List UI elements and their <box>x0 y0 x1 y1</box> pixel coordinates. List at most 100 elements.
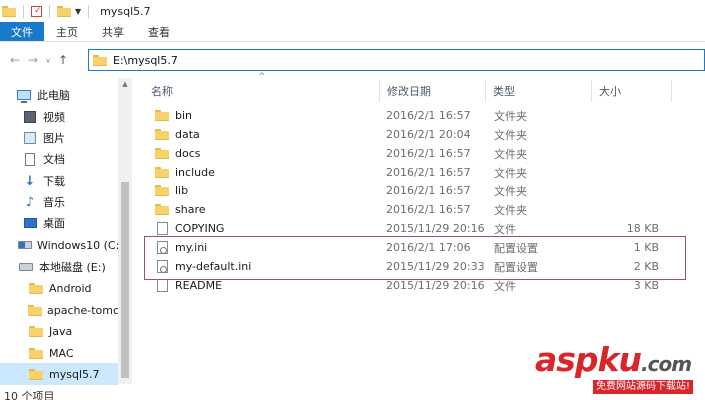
folder-icon <box>155 167 169 178</box>
folder-icon <box>28 282 44 294</box>
customize-toolbar-dropdown-icon[interactable]: ▼ <box>75 7 81 16</box>
scrollbar-thumb[interactable] <box>121 182 129 378</box>
file-name-cell: include <box>155 163 215 182</box>
nav-item-music[interactable]: ♪ 音乐 <box>0 191 118 213</box>
folder-icon <box>155 129 169 140</box>
music-icon: ♪ <box>25 194 35 210</box>
up-arrow-icon[interactable]: ↑ <box>54 53 72 67</box>
folder-icon <box>28 347 44 359</box>
nav-item-mysql57[interactable]: mysql5.7 <box>0 363 118 385</box>
toolbar-separator <box>23 4 24 18</box>
scroll-up-arrow-icon[interactable]: ▲ <box>118 80 132 88</box>
nav-item-apache-tomcat[interactable]: apache-tomca <box>0 299 118 321</box>
nav-item-pictures[interactable]: 图片 <box>0 127 118 149</box>
tab-file[interactable]: 文件 <box>0 22 44 41</box>
address-bar[interactable]: E:\mysql5.7 <box>88 49 705 71</box>
file-date: 2016/2/1 20:04 <box>386 128 471 141</box>
folder-icon <box>28 325 44 337</box>
file-type: 文件夹 <box>494 128 527 142</box>
folder-icon <box>28 304 42 316</box>
nav-item-mac[interactable]: MAC <box>0 342 118 364</box>
computer-icon <box>16 90 32 103</box>
table-row[interactable]: include 2016/2/1 16:57 文件夹 <box>143 163 683 182</box>
nav-item-label: 图片 <box>43 132 65 145</box>
file-icon <box>155 279 169 292</box>
navigation-bar: ← → ∨ ↑ E:\mysql5.7 <box>0 46 705 74</box>
status-bar-item-count: 10 个项目 <box>4 390 55 400</box>
nav-item-label: 视频 <box>43 111 65 124</box>
nav-item-desktop[interactable]: 桌面 <box>0 212 118 234</box>
file-name: share <box>175 203 206 216</box>
video-icon <box>22 111 38 123</box>
file-type: 文件夹 <box>494 166 527 180</box>
tab-view[interactable]: 查看 <box>136 22 182 41</box>
file-name-cell: data <box>155 125 200 144</box>
file-name: lib <box>175 184 189 197</box>
file-icon <box>155 222 169 235</box>
file-name: include <box>175 166 215 179</box>
windows-drive-icon <box>18 241 32 249</box>
desktop-icon <box>22 218 38 228</box>
nav-item-label: 桌面 <box>43 217 65 230</box>
nav-item-local-disk-e[interactable]: 本地磁盘 (E:) <box>0 256 118 278</box>
nav-item-this-pc[interactable]: 此电脑 <box>0 84 118 106</box>
download-icon: ↓ <box>24 173 36 189</box>
toolbar-separator <box>49 4 50 18</box>
file-name-cell: lib <box>155 181 188 200</box>
column-header: 名称 修改日期 类型 大小 <box>143 80 703 102</box>
navigation-pane-scrollbar[interactable]: ▲ <box>118 78 132 384</box>
forward-arrow-icon[interactable]: → <box>24 53 42 67</box>
table-row[interactable]: bin 2016/2/1 16:57 文件夹 <box>143 106 683 125</box>
nav-item-label: Android <box>49 281 92 295</box>
nav-item-label: apache-tomca <box>47 303 118 317</box>
navigation-pane: 此电脑 视频 图片 文档 ↓ 下载 ♪ 音乐 桌面 Windows10 (C: … <box>0 78 133 385</box>
nav-item-label: Windows10 (C: <box>37 238 118 252</box>
nav-item-windows10-drive[interactable]: Windows10 (C: <box>0 234 118 256</box>
file-date: 2016/2/1 16:57 <box>386 184 471 197</box>
nav-item-downloads[interactable]: ↓ 下载 <box>0 170 118 192</box>
nav-item-java[interactable]: Java <box>0 320 118 342</box>
file-name: README <box>175 279 223 292</box>
title-bar: ✓ ▼ mysql5.7 <box>0 0 705 22</box>
nav-item-videos[interactable]: 视频 <box>0 106 118 128</box>
properties-checkbox-icon[interactable]: ✓ <box>31 5 42 17</box>
column-size[interactable]: 大小 <box>591 80 671 102</box>
nav-item-documents[interactable]: 文档 <box>0 148 118 170</box>
nav-item-label: 下载 <box>43 175 65 188</box>
folder-icon <box>28 368 44 380</box>
table-row[interactable]: lib 2016/2/1 16:57 文件夹 <box>143 181 683 200</box>
file-type: 文件夹 <box>494 147 527 161</box>
table-row[interactable]: data 2016/2/1 20:04 文件夹 <box>143 125 683 144</box>
folder-icon <box>93 54 107 66</box>
file-name-cell: bin <box>155 106 192 125</box>
watermark-text: aspku.com <box>535 340 692 379</box>
drive-icon <box>18 263 34 271</box>
nav-item-label: 本地磁盘 (E:) <box>39 261 106 274</box>
new-folder-icon[interactable] <box>57 5 71 17</box>
file-type: 文件夹 <box>494 203 527 217</box>
file-date: 2016/2/1 16:57 <box>386 203 471 216</box>
column-date-modified[interactable]: 修改日期 <box>379 80 485 102</box>
table-row[interactable]: docs 2016/2/1 16:57 文件夹 <box>143 144 683 163</box>
window-title: mysql5.7 <box>100 4 151 18</box>
recent-locations-chevron-icon[interactable]: ∨ <box>42 56 54 65</box>
file-name-cell: share <box>155 200 206 219</box>
address-path: E:\mysql5.7 <box>113 53 178 67</box>
nav-item-android[interactable]: Android <box>0 277 118 299</box>
nav-item-label: mysql5.7 <box>49 367 100 381</box>
toolbar-separator <box>88 4 90 18</box>
folder-icon <box>155 204 169 215</box>
column-name[interactable]: 名称 <box>143 80 379 102</box>
back-arrow-icon[interactable]: ← <box>6 53 24 67</box>
documents-icon <box>22 152 38 166</box>
table-row[interactable]: share 2016/2/1 16:57 文件夹 <box>143 200 683 219</box>
column-divider[interactable] <box>671 80 672 102</box>
tab-share[interactable]: 共享 <box>90 22 136 41</box>
file-date: 2016/2/1 16:57 <box>386 147 471 160</box>
nav-item-label: 文档 <box>43 153 65 166</box>
folder-icon <box>2 5 16 17</box>
tab-home[interactable]: 主页 <box>44 22 90 41</box>
column-type[interactable]: 类型 <box>485 80 591 102</box>
pictures-icon <box>22 132 38 144</box>
file-name: docs <box>175 147 201 160</box>
